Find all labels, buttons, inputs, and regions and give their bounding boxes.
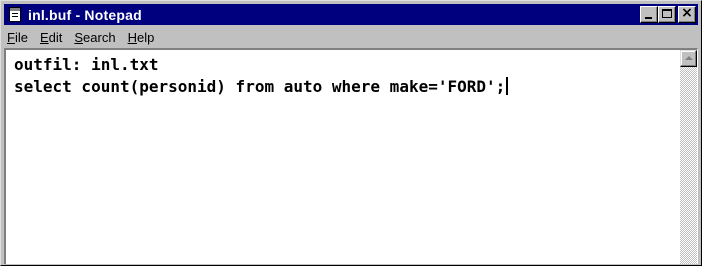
minimize-button[interactable]	[640, 6, 658, 23]
menu-edit-label: dit	[48, 29, 63, 45]
menu-file-mnemonic: F	[7, 29, 15, 45]
menu-file-label: ile	[14, 29, 28, 45]
menu-file[interactable]: File	[4, 30, 34, 45]
text-content[interactable]: outfil: inl.txt select count(personid) fr…	[8, 50, 678, 264]
close-button[interactable]: ×	[678, 5, 696, 23]
maximize-button[interactable]	[658, 6, 676, 23]
menu-search[interactable]: Search	[68, 30, 121, 45]
menu-edit[interactable]: Edit	[34, 30, 68, 45]
editor-area[interactable]: outfil: inl.txt select count(personid) fr…	[4, 48, 698, 264]
minimize-icon	[645, 17, 652, 19]
text-line: select count(personid) from auto where m…	[14, 77, 506, 96]
caption-buttons: ×	[640, 5, 696, 23]
menu-help[interactable]: Help	[122, 30, 161, 45]
menu-help-mnemonic: H	[127, 29, 137, 45]
menu-bar: File Edit Search Help	[4, 27, 160, 47]
menu-search-mnemonic: S	[74, 29, 84, 45]
close-icon: ×	[681, 5, 693, 21]
scroll-up-button[interactable]	[680, 50, 697, 67]
maximize-icon	[662, 9, 672, 18]
vertical-scrollbar[interactable]	[680, 50, 697, 264]
text-line: outfil: inl.txt	[14, 55, 159, 74]
text-line-with-caret: select count(personid) from auto where m…	[14, 76, 678, 98]
notepad-icon[interactable]	[9, 7, 21, 22]
title-bar[interactable]: inl.buf - Notepad ×	[4, 4, 698, 25]
menu-search-label: earch	[83, 29, 116, 45]
arrow-up-icon	[685, 56, 693, 60]
menu-edit-mnemonic: E	[39, 29, 49, 45]
window-title: inl.buf - Notepad	[28, 6, 142, 23]
notepad-window: inl.buf - Notepad × File Edit Search Hel…	[0, 0, 702, 266]
menu-help-label: elp	[136, 29, 155, 45]
text-caret	[506, 77, 509, 95]
